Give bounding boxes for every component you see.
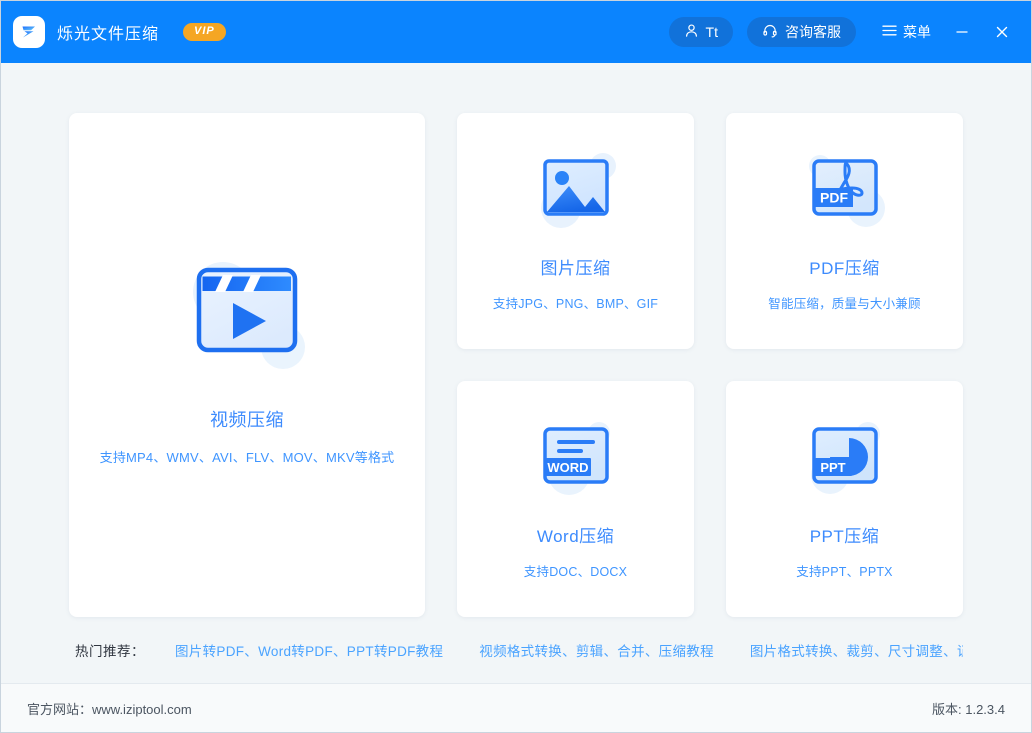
official-site-text: 官方网站：www.iziptool.com (27, 699, 192, 718)
card-subtitle: 支持DOC、DOCX (524, 561, 627, 580)
title-bar: 烁光文件压缩 VIP Tt (1, 1, 1031, 63)
card-row-top: 图片压缩 支持JPG、PNG、BMP、GIF (457, 113, 963, 349)
card-subtitle: 智能压缩，质量与大小兼顾 (768, 293, 920, 312)
card-subtitle: 支持PPT、PPTX (796, 561, 892, 580)
card-word-compress[interactable]: WORD Word压缩 支持DOC、DOCX (457, 381, 694, 617)
word-compress-icon: WORD (533, 418, 619, 500)
card-subtitle: 支持JPG、PNG、BMP、GIF (493, 293, 658, 312)
card-title: 图片压缩 (541, 254, 611, 279)
app-window: 烁光文件压缩 VIP Tt (0, 0, 1032, 733)
app-logo-icon (13, 16, 45, 48)
hamburger-icon (882, 24, 897, 40)
main-content: 视频压缩 支持MP4、WMV、AVI、FLV、MOV、MKV等格式 (1, 63, 1031, 683)
hot-link-2[interactable]: 视频格式转换、剪辑、合并、压缩教程 (479, 640, 714, 660)
pdf-compress-icon: PDF (802, 150, 888, 232)
user-icon (684, 23, 699, 41)
card-image-compress[interactable]: 图片压缩 支持JPG、PNG、BMP、GIF (457, 113, 694, 349)
video-compress-icon (181, 250, 313, 376)
version-text: 版本: 1.2.3.4 (932, 699, 1005, 718)
ppt-compress-icon: PPT (802, 418, 888, 500)
card-title: 视频压缩 (210, 406, 284, 432)
headset-icon (762, 23, 778, 42)
svg-text:WORD: WORD (547, 460, 588, 475)
account-button[interactable]: Tt (669, 17, 733, 47)
card-pdf-compress[interactable]: PDF PDF压缩 智能压缩，质量与大小兼顾 (726, 113, 963, 349)
image-compress-icon (533, 150, 619, 232)
card-title: Word压缩 (537, 522, 614, 547)
close-button[interactable] (993, 23, 1011, 41)
hot-recommend-label: 热门推荐： (75, 640, 145, 660)
status-bar: 官方网站：www.iziptool.com 版本: 1.2.3.4 (1, 683, 1031, 733)
card-ppt-compress[interactable]: PPT PPT压缩 支持PPT、PPTX (726, 381, 963, 617)
tool-card-grid: 视频压缩 支持MP4、WMV、AVI、FLV、MOV、MKV等格式 (69, 113, 963, 617)
card-title: PPT压缩 (810, 522, 880, 547)
card-row-bottom: WORD Word压缩 支持DOC、DOCX (457, 381, 963, 617)
app-title: 烁光文件压缩 (57, 20, 159, 44)
hot-recommend-bar: 热门推荐： 图片转PDF、Word转PDF、PPT转PDF教程 视频格式转换、剪… (69, 617, 963, 683)
svg-text:PDF: PDF (820, 190, 848, 206)
support-button[interactable]: 咨询客服 (747, 17, 856, 47)
support-label: 咨询客服 (785, 22, 841, 42)
menu-button[interactable]: 菜单 (882, 22, 931, 42)
menu-label: 菜单 (903, 22, 931, 42)
brand: 烁光文件压缩 VIP (13, 16, 226, 48)
right-card-column: 图片压缩 支持JPG、PNG、BMP、GIF (457, 113, 963, 617)
hot-link-3[interactable]: 图片格式转换、裁剪、尺寸调整、证件照大小调整 (750, 640, 963, 660)
minimize-button[interactable] (953, 23, 971, 41)
hot-link-1[interactable]: 图片转PDF、Word转PDF、PPT转PDF教程 (175, 640, 443, 660)
header-actions: Tt 咨询客服 (655, 17, 1011, 47)
account-label: Tt (706, 24, 718, 40)
card-title: PDF压缩 (809, 254, 880, 279)
svg-text:PPT: PPT (820, 460, 845, 475)
card-video-compress[interactable]: 视频压缩 支持MP4、WMV、AVI、FLV、MOV、MKV等格式 (69, 113, 425, 617)
vip-badge[interactable]: VIP (183, 23, 226, 41)
card-subtitle: 支持MP4、WMV、AVI、FLV、MOV、MKV等格式 (100, 447, 395, 466)
